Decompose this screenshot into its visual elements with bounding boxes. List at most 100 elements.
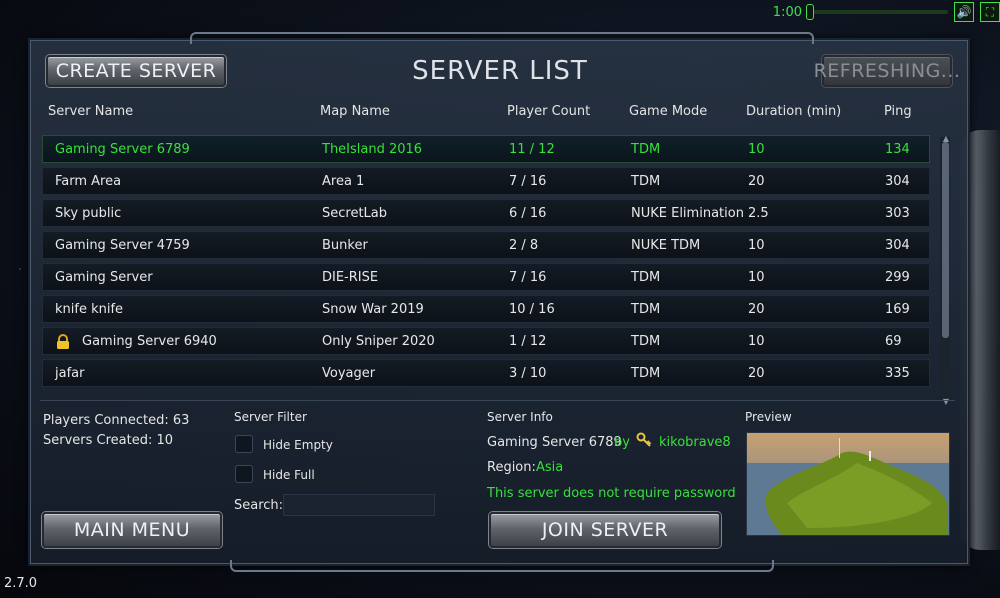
- cell-duration: 20: [748, 302, 765, 317]
- timeline-knob[interactable]: [806, 4, 814, 20]
- top-bar: 1:00 🔊 ⛶: [773, 2, 1000, 22]
- header-player-count[interactable]: Player Count: [507, 104, 590, 119]
- timeline-slider[interactable]: [806, 4, 948, 20]
- cell-map: Area 1: [322, 174, 365, 189]
- cell-mode: TDM: [631, 270, 661, 285]
- cell-ping: 299: [885, 270, 910, 285]
- cell-duration: 10: [748, 142, 765, 157]
- speaker-icon[interactable]: 🔊: [954, 2, 974, 22]
- cell-name: Sky public: [55, 206, 122, 221]
- players-connected: Players Connected: 63: [43, 413, 190, 428]
- frame-bottom-trim: [230, 560, 774, 572]
- header-server-name[interactable]: Server Name: [48, 104, 133, 119]
- divider: [40, 400, 955, 401]
- cell-mode: NUKE TDM: [631, 238, 701, 253]
- cell-mode: TDM: [631, 174, 661, 189]
- server-row[interactable]: Gaming Server 6940 Only Sniper 2020 1 / 12…: [42, 327, 930, 355]
- info-by: by: [614, 435, 630, 450]
- server-info-title: Server Info: [487, 410, 553, 424]
- cell-players: 7 / 16: [509, 270, 547, 285]
- cell-players: 1 / 12: [509, 334, 547, 349]
- search-input[interactable]: [283, 494, 435, 516]
- cell-name: Gaming Server: [55, 270, 153, 285]
- cell-ping: 134: [885, 142, 910, 157]
- cell-players: 7 / 16: [509, 174, 547, 189]
- cell-ping: 304: [885, 238, 910, 253]
- server-row[interactable]: Gaming Server DIE-RISE 7 / 16 TDM 10 299: [42, 263, 930, 291]
- main-menu-button[interactable]: MAIN MENU: [42, 512, 222, 548]
- server-filter-title: Server Filter: [234, 410, 307, 424]
- server-row[interactable]: knife knife Snow War 2019 10 / 16 TDM 20 169: [42, 295, 930, 323]
- header-map-name[interactable]: Map Name: [320, 104, 390, 119]
- version-label: 2.7.0: [4, 576, 38, 591]
- scroll-up-icon[interactable]: ▲: [940, 134, 952, 144]
- server-row[interactable]: jafar Voyager 3 / 10 TDM 20 335: [42, 359, 930, 387]
- cell-duration: 10: [748, 270, 765, 285]
- header-game-mode[interactable]: Game Mode: [629, 104, 707, 119]
- region-value: Asia: [536, 460, 564, 475]
- server-list: Gaming Server 6789 TheIsland 2016 11 / 12 T…: [42, 135, 937, 397]
- cell-name: Farm Area: [55, 174, 122, 189]
- cell-ping: 304: [885, 174, 910, 189]
- lock-icon: [55, 334, 71, 349]
- servers-created: Servers Created: 10: [43, 433, 174, 448]
- scrollbar-thumb[interactable]: [942, 142, 949, 338]
- cell-mode: NUKE Elimination: [631, 206, 744, 221]
- cell-name: Gaming Server 6789: [55, 142, 190, 157]
- cell-players: 10 / 16: [509, 302, 555, 317]
- join-server-button[interactable]: JOIN SERVER: [489, 512, 721, 548]
- server-row[interactable]: Gaming Server 6789 TheIsland 2016 11 / 12 T…: [42, 135, 930, 163]
- cell-map: DIE-RISE: [322, 270, 379, 285]
- server-row[interactable]: Farm Area Area 1 7 / 16 TDM 20 304: [42, 167, 930, 195]
- hide-empty-label: Hide Empty: [263, 438, 333, 452]
- key-icon: [636, 432, 652, 451]
- cell-name: knife knife: [55, 302, 124, 317]
- cell-name: Gaming Server 6940: [82, 334, 217, 349]
- clock-readout: 1:00: [772, 4, 802, 20]
- hide-empty-checkbox[interactable]: [235, 435, 253, 453]
- server-row[interactable]: Sky public SecretLab 6 / 16 NUKE Eliminatio…: [42, 199, 930, 227]
- cell-mode: TDM: [631, 142, 661, 157]
- cell-map: TheIsland 2016: [322, 142, 423, 157]
- cell-duration: 2.5: [748, 206, 769, 221]
- refreshing-button[interactable]: REFRESHING...: [814, 55, 960, 87]
- cell-players: 6 / 16: [509, 206, 547, 221]
- cell-players: 3 / 10: [509, 366, 547, 381]
- cell-map: SecretLab: [322, 206, 388, 221]
- cell-ping: 335: [885, 366, 910, 381]
- frame-top-trim: [190, 32, 814, 44]
- region-label: Region:: [487, 460, 536, 475]
- preview-label: Preview: [745, 410, 792, 424]
- cell-duration: 10: [748, 238, 765, 253]
- cell-map: Bunker: [322, 238, 368, 253]
- scroll-down-icon[interactable]: ▼: [940, 397, 952, 407]
- server-row[interactable]: Gaming Server 4759 Bunker 2 / 8 NUKE TDM 10 3…: [42, 231, 930, 259]
- cell-ping: 169: [885, 302, 910, 317]
- header-ping[interactable]: Ping: [884, 104, 912, 119]
- cell-map: Voyager: [322, 366, 376, 381]
- cell-duration: 10: [748, 334, 765, 349]
- cell-mode: TDM: [631, 366, 661, 381]
- cell-duration: 20: [748, 366, 765, 381]
- cell-mode: TDM: [631, 334, 661, 349]
- table-header: Server Name Map Name Player Count Game M…: [0, 104, 1000, 124]
- cell-map: Snow War 2019: [322, 302, 424, 317]
- hide-full-checkbox[interactable]: [235, 465, 253, 483]
- cell-duration: 20: [748, 174, 765, 189]
- cell-map: Only Sniper 2020: [322, 334, 435, 349]
- info-owner: kikobrave8: [659, 435, 731, 450]
- search-label: Search:: [234, 498, 284, 513]
- cell-ping: 69: [885, 334, 902, 349]
- cell-name: Gaming Server 4759: [55, 238, 190, 253]
- cell-players: 11 / 12: [509, 142, 555, 157]
- hide-full-label: Hide Full: [263, 468, 315, 482]
- fullscreen-icon[interactable]: ⛶: [980, 2, 1000, 22]
- cell-mode: TDM: [631, 302, 661, 317]
- cell-name: jafar: [55, 366, 85, 381]
- cell-ping: 303: [885, 206, 910, 221]
- password-note: This server does not require password: [487, 486, 736, 501]
- map-preview-image: [746, 432, 950, 536]
- header-duration[interactable]: Duration (min): [746, 104, 841, 119]
- cell-players: 2 / 8: [509, 238, 539, 253]
- info-server-name: Gaming Server 6789: [487, 435, 622, 450]
